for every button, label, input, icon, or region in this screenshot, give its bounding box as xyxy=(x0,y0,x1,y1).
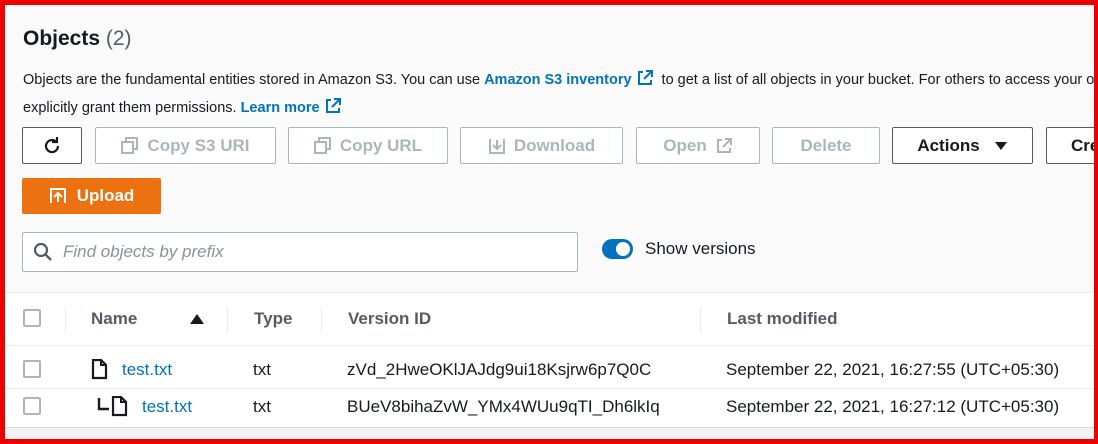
column-separator xyxy=(227,307,228,333)
objects-description: Objects are the fundamental entities sto… xyxy=(23,68,1094,124)
refresh-button[interactable] xyxy=(22,127,82,164)
object-type: txt xyxy=(253,360,271,379)
upload-label: Upload xyxy=(76,186,135,205)
column-header-name-label: Name xyxy=(91,309,138,328)
object-name-link[interactable]: test.txt xyxy=(122,359,172,381)
copy-icon xyxy=(313,136,331,154)
learn-more-link[interactable]: Learn more xyxy=(241,100,320,116)
caret-down-icon xyxy=(994,141,1007,150)
copy-url-button[interactable]: Copy URL xyxy=(288,127,448,164)
object-last-modified: September 22, 2021, 16:27:12 (UTC+05:30) xyxy=(726,397,1060,416)
column-separator xyxy=(700,307,701,333)
open-button[interactable]: Open xyxy=(636,127,760,164)
select-all-checkbox[interactable] xyxy=(23,309,41,327)
show-versions-toggle[interactable]: Show versions xyxy=(602,239,756,259)
create-folder-label: Cre xyxy=(1071,135,1094,155)
refresh-icon xyxy=(44,136,60,153)
version-branch-icon xyxy=(97,398,109,411)
column-header-last-modified[interactable]: Last modified xyxy=(727,293,838,345)
s3-inventory-link[interactable]: Amazon S3 inventory xyxy=(484,72,631,88)
actions-label: Actions xyxy=(917,135,980,155)
table-footer xyxy=(5,427,1094,439)
objects-count: (2) xyxy=(105,27,132,50)
objects-title: Objects xyxy=(23,27,101,50)
row-checkbox[interactable] xyxy=(23,397,41,415)
download-icon xyxy=(488,138,505,154)
file-icon xyxy=(111,396,128,417)
upload-button[interactable]: Upload xyxy=(22,178,161,214)
page-title: Objects (2) xyxy=(23,27,132,51)
objects-table: Name Type Version ID Last modified test.… xyxy=(5,292,1094,439)
file-icon xyxy=(91,359,108,380)
copy-s3-uri-label: Copy S3 URI xyxy=(147,135,250,155)
column-header-version-id-label: Version ID xyxy=(348,309,432,328)
external-link-icon[interactable] xyxy=(636,69,654,96)
object-last-modified: September 22, 2021, 16:27:55 (UTC+05:30) xyxy=(726,360,1060,379)
delete-button[interactable]: Delete xyxy=(772,127,880,164)
download-label: Download xyxy=(513,135,596,155)
search-icon xyxy=(33,242,52,261)
delete-label: Delete xyxy=(800,135,852,155)
object-type: txt xyxy=(253,397,271,416)
header-divider xyxy=(5,345,1094,346)
create-folder-button[interactable]: Cre xyxy=(1046,127,1094,164)
object-name-link[interactable]: test.txt xyxy=(142,396,192,418)
search-input[interactable] xyxy=(63,242,543,262)
open-label: Open xyxy=(663,135,707,155)
external-link-icon xyxy=(716,137,732,153)
row-checkbox[interactable] xyxy=(23,360,41,378)
description-text-2: to get a list of all objects in your buc… xyxy=(661,72,1094,88)
object-version-id: zVd_2HweOKlJAJdg9ui18Ksjrw6p7Q0C xyxy=(347,360,652,379)
external-link-icon[interactable] xyxy=(324,97,342,124)
download-button[interactable]: Download xyxy=(460,127,623,164)
column-header-version-id[interactable]: Version ID xyxy=(348,293,431,345)
row-divider xyxy=(5,388,1094,389)
search-box[interactable] xyxy=(22,232,578,272)
description-text-1: Objects are the fundamental entities sto… xyxy=(23,72,485,88)
copy-url-label: Copy URL xyxy=(339,135,423,155)
column-header-last-modified-label: Last modified xyxy=(727,309,838,328)
objects-panel: Objects (2) Objects are the fundamental … xyxy=(5,5,1094,439)
show-versions-label: Show versions xyxy=(645,239,756,258)
column-header-name[interactable]: Name xyxy=(91,293,137,345)
column-separator xyxy=(321,307,322,333)
column-separator xyxy=(65,307,66,333)
description-text-3: explicitly grant them permissions. xyxy=(23,100,241,116)
actions-dropdown-button[interactable]: Actions xyxy=(892,127,1033,164)
column-header-type-label: Type xyxy=(254,309,293,328)
toggle-switch[interactable] xyxy=(602,239,633,259)
column-header-type[interactable]: Type xyxy=(254,293,292,345)
object-version-id: BUeV8bihaZvW_YMx4WUu9qTI_Dh6lkIq xyxy=(347,397,660,416)
copy-icon xyxy=(121,136,139,154)
copy-s3-uri-button[interactable]: Copy S3 URI xyxy=(95,127,276,164)
upload-icon xyxy=(49,188,66,203)
toggle-knob xyxy=(616,242,630,256)
sort-ascending-icon[interactable] xyxy=(189,313,205,325)
